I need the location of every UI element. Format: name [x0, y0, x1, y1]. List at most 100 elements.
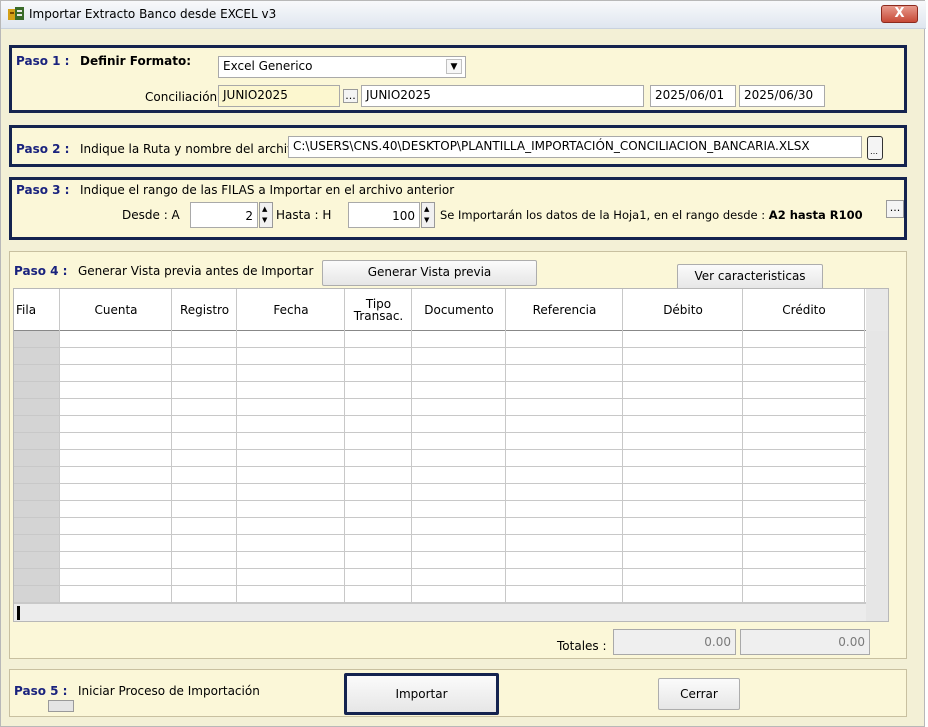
conciliation-name-field[interactable]: JUNIO2025: [361, 85, 644, 107]
table-row[interactable]: [14, 569, 866, 586]
table-cell[interactable]: [413, 416, 506, 432]
table-row[interactable]: [14, 501, 866, 518]
row-header-cell[interactable]: [14, 518, 60, 534]
table-cell[interactable]: [413, 518, 506, 534]
table-cell[interactable]: [507, 467, 623, 483]
table-row[interactable]: [14, 467, 866, 484]
table-cell[interactable]: [413, 467, 506, 483]
table-cell[interactable]: [507, 433, 623, 449]
table-cell[interactable]: [507, 518, 623, 534]
table-cell[interactable]: [238, 484, 345, 500]
range-more-button[interactable]: ...: [886, 200, 904, 218]
table-cell[interactable]: [61, 484, 172, 500]
row-header-cell[interactable]: [14, 552, 60, 568]
format-select[interactable]: Excel Generico ▼: [218, 56, 466, 78]
table-cell[interactable]: [61, 416, 172, 432]
table-cell[interactable]: [173, 365, 237, 381]
table-cell[interactable]: [507, 501, 623, 517]
table-cell[interactable]: [624, 399, 743, 415]
table-cell[interactable]: [346, 569, 412, 585]
column-header-credito[interactable]: Crédito: [744, 289, 865, 331]
table-cell[interactable]: [744, 348, 865, 364]
column-header-cuenta[interactable]: Cuenta: [61, 289, 172, 331]
table-row[interactable]: [14, 484, 866, 501]
table-cell[interactable]: [238, 331, 345, 347]
table-cell[interactable]: [507, 450, 623, 466]
table-cell[interactable]: [624, 484, 743, 500]
table-cell[interactable]: [744, 382, 865, 398]
table-cell[interactable]: [624, 348, 743, 364]
table-cell[interactable]: [507, 569, 623, 585]
spin-down-icon[interactable]: ▼: [262, 216, 267, 224]
to-row-field[interactable]: 100: [348, 202, 420, 228]
table-cell[interactable]: [413, 569, 506, 585]
preview-grid[interactable]: Fila Cuenta Registro Fecha Tipo Transac.…: [13, 288, 889, 622]
row-header-cell[interactable]: [14, 416, 60, 432]
table-cell[interactable]: [61, 331, 172, 347]
table-cell[interactable]: [346, 586, 412, 602]
table-cell[interactable]: [173, 399, 237, 415]
table-cell[interactable]: [413, 382, 506, 398]
table-cell[interactable]: [238, 501, 345, 517]
table-cell[interactable]: [744, 569, 865, 585]
column-header-fila[interactable]: Fila: [14, 289, 60, 331]
row-header-cell[interactable]: [14, 399, 60, 415]
table-cell[interactable]: [413, 552, 506, 568]
table-cell[interactable]: [61, 399, 172, 415]
table-cell[interactable]: [744, 416, 865, 432]
file-browse-button[interactable]: …: [867, 136, 883, 160]
table-cell[interactable]: [744, 518, 865, 534]
table-cell[interactable]: [624, 365, 743, 381]
row-header-cell[interactable]: [14, 467, 60, 483]
table-cell[interactable]: [507, 382, 623, 398]
table-cell[interactable]: [61, 535, 172, 551]
table-cell[interactable]: [624, 450, 743, 466]
table-cell[interactable]: [238, 348, 345, 364]
table-cell[interactable]: [413, 348, 506, 364]
table-cell[interactable]: [173, 331, 237, 347]
row-header-cell[interactable]: [14, 348, 60, 364]
table-row[interactable]: [14, 382, 866, 399]
table-cell[interactable]: [61, 467, 172, 483]
table-cell[interactable]: [413, 535, 506, 551]
table-cell[interactable]: [624, 552, 743, 568]
table-cell[interactable]: [624, 535, 743, 551]
table-cell[interactable]: [61, 586, 172, 602]
table-cell[interactable]: [346, 552, 412, 568]
date-to-field[interactable]: 2025/06/30: [739, 85, 825, 107]
table-cell[interactable]: [507, 484, 623, 500]
table-cell[interactable]: [624, 331, 743, 347]
table-cell[interactable]: [507, 348, 623, 364]
generate-preview-button[interactable]: Generar Vista previa: [322, 260, 537, 286]
table-row[interactable]: [14, 365, 866, 382]
table-cell[interactable]: [238, 535, 345, 551]
table-cell[interactable]: [624, 586, 743, 602]
table-cell[interactable]: [507, 365, 623, 381]
table-cell[interactable]: [61, 382, 172, 398]
table-cell[interactable]: [413, 450, 506, 466]
table-cell[interactable]: [744, 450, 865, 466]
table-cell[interactable]: [173, 450, 237, 466]
table-cell[interactable]: [173, 382, 237, 398]
table-cell[interactable]: [238, 586, 345, 602]
table-cell[interactable]: [173, 348, 237, 364]
table-cell[interactable]: [624, 433, 743, 449]
table-row[interactable]: [14, 399, 866, 416]
row-header-cell[interactable]: [14, 433, 60, 449]
close-window-button[interactable]: X: [881, 5, 918, 23]
row-header-cell[interactable]: [14, 586, 60, 602]
table-cell[interactable]: [507, 535, 623, 551]
table-cell[interactable]: [173, 467, 237, 483]
table-cell[interactable]: [238, 433, 345, 449]
table-cell[interactable]: [61, 501, 172, 517]
table-cell[interactable]: [413, 331, 506, 347]
table-row[interactable]: [14, 518, 866, 535]
table-cell[interactable]: [173, 433, 237, 449]
table-cell[interactable]: [507, 331, 623, 347]
table-cell[interactable]: [744, 399, 865, 415]
table-cell[interactable]: [346, 484, 412, 500]
table-cell[interactable]: [173, 552, 237, 568]
close-button[interactable]: Cerrar: [658, 678, 740, 710]
row-header-cell[interactable]: [14, 569, 60, 585]
view-features-button[interactable]: Ver caracteristicas: [677, 264, 823, 290]
